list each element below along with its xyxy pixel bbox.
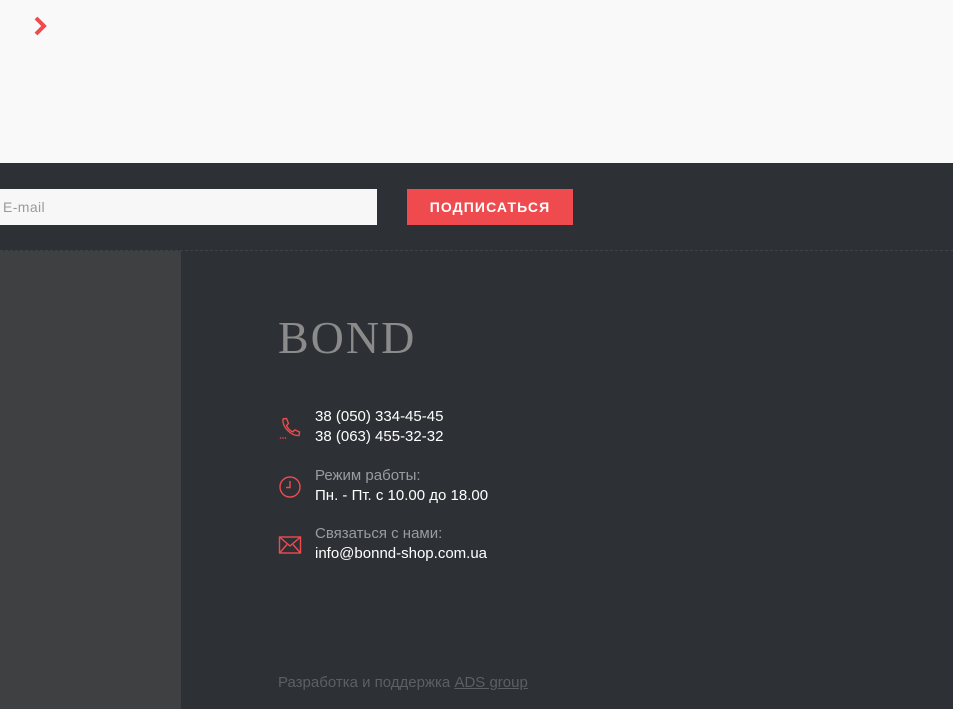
hours-label: Режим работы: bbox=[315, 467, 421, 484]
chevron-right-icon[interactable] bbox=[32, 15, 50, 37]
email-input[interactable] bbox=[0, 189, 377, 225]
contact-email-link[interactable]: info@bonnd-shop.com.ua bbox=[315, 544, 487, 564]
subscribe-button[interactable]: ПОДПИСАТЬСЯ bbox=[407, 189, 573, 225]
content-area bbox=[0, 0, 953, 163]
side-panel bbox=[0, 251, 181, 709]
phone-numbers: 38 (050) 334-45-45 38 (063) 455-32-32 bbox=[315, 407, 443, 447]
contact-text: Связаться с нами: info@bonnd-shop.com.ua bbox=[315, 524, 487, 564]
contact-label: Связаться с нами: bbox=[315, 525, 443, 542]
mail-icon bbox=[278, 536, 302, 554]
developer-credit: Разработка и поддержка ADS group bbox=[278, 674, 528, 691]
clock-icon bbox=[279, 476, 301, 498]
ads-group-link[interactable]: ADS group bbox=[454, 674, 527, 691]
footer: BOND 38 (050) 334-45-45 38 (063) 455-32-… bbox=[181, 251, 953, 709]
subscribe-section: ПОДПИСАТЬСЯ bbox=[0, 163, 953, 251]
credit-text: Разработка и поддержка bbox=[278, 674, 451, 691]
hours-text: Режим работы: Пн. - Пт. с 10.00 до 18.00 bbox=[315, 466, 488, 506]
hours-value: Пн. - Пт. с 10.00 до 18.00 bbox=[315, 487, 489, 504]
footer-logo: BOND bbox=[278, 312, 417, 363]
phone-number-1[interactable]: 38 (050) 334-45-45 bbox=[315, 407, 443, 427]
phone-icon bbox=[279, 417, 301, 439]
phone-number-2[interactable]: 38 (063) 455-32-32 bbox=[315, 427, 443, 447]
